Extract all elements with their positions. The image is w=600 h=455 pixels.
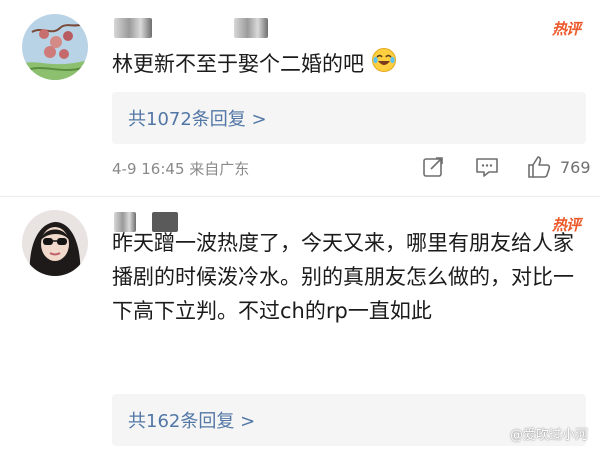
username-blurred-2[interactable] (234, 18, 268, 38)
replies-count-label: 共162条回复 > (128, 411, 256, 432)
hot-comment-badge: 热评 (551, 20, 581, 38)
comment-meta-row: 4-9 16:45 来自广东 769 (112, 154, 592, 182)
username-blurred[interactable] (114, 18, 152, 38)
like-count: 769 (560, 158, 591, 177)
replies-count-label: 共1072条回复 > (128, 109, 267, 130)
date-location: 4-9 16:45 来自广东 (112, 160, 250, 178)
comment-text-body: 林更新不至于娶个二婚的吧 (112, 52, 364, 76)
comment-text: 昨天蹭一波热度了，今天又来，哪里有朋友给人家播剧的时候泼冷水。别的真朋友怎么做的… (112, 231, 574, 323)
watermark: @爱吹过小河 (509, 428, 588, 443)
avatar[interactable] (22, 210, 88, 276)
like-icon[interactable] (526, 154, 552, 180)
comment-reply-icon[interactable] (474, 154, 500, 180)
avatar-image (22, 210, 88, 276)
avatar[interactable] (22, 14, 88, 80)
crying-laughing-emoji-icon (371, 47, 397, 83)
share-icon[interactable] (420, 154, 446, 180)
replies-link[interactable]: 共1072条回复 > (112, 92, 586, 144)
comment-divider (0, 196, 600, 197)
comment-text: 林更新不至于娶个二婚的吧 (112, 47, 582, 83)
avatar-image (22, 14, 88, 80)
